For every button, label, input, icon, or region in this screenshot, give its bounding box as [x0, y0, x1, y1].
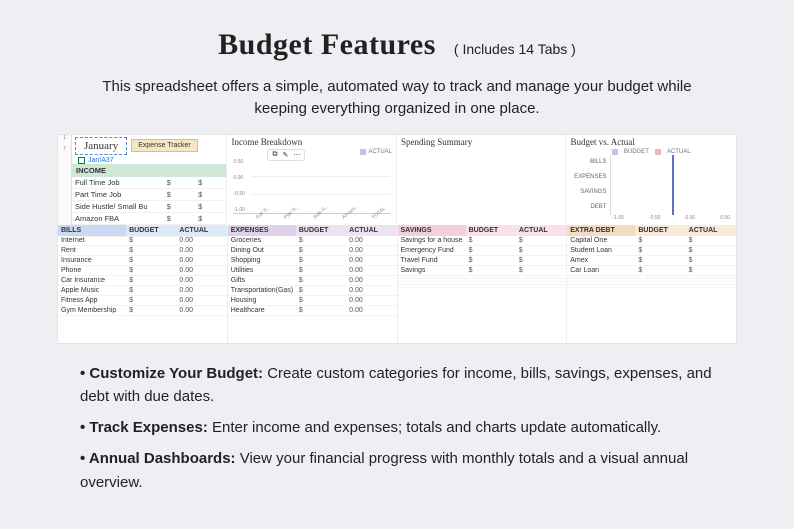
sheet-icon [78, 157, 85, 164]
table-row: Gym Membership$0.00 [58, 306, 227, 316]
table-row: Dining Out$0.00 [228, 246, 397, 256]
group-bills: BILLSBUDGETACTUALInternet$0.00Rent$0.00I… [58, 225, 228, 343]
feature-bullets: Customize Your Budget: Create custom cat… [80, 362, 714, 494]
table-row: Savings for a house$$ [398, 236, 567, 246]
table-row: Groceries$0.00 [228, 236, 397, 246]
page-title: Budget Features [218, 28, 436, 62]
table-row [398, 285, 567, 288]
feature-bullet: Annual Dashboards: View your financial p… [80, 447, 714, 494]
table-row: Internet$0.00 [58, 236, 227, 246]
table-row: Transportation(Gas)$0.00 [228, 286, 397, 296]
table-row: Utilities$0.00 [228, 266, 397, 276]
cell-reference: Jan!A37 [72, 157, 226, 164]
table-row: Travel Fund$$ [398, 256, 567, 266]
table-row: Insurance$0.00 [58, 256, 227, 266]
table-row: Phone$0.00 [58, 266, 227, 276]
tabs-note: ( Includes 14 Tabs ) [454, 41, 576, 57]
group-savings: SAVINGSBUDGETACTUALSavings for a house$$… [398, 225, 568, 343]
table-row [567, 285, 736, 288]
expense-tracker-button[interactable]: Expense Tracker [131, 139, 198, 152]
intro-text: This spreadsheet offers a simple, automa… [77, 76, 717, 120]
group-debt: EXTRA DEBTBUDGETACTUALCapital One$$Stude… [567, 225, 736, 343]
table-row: Car Loan$$ [567, 266, 736, 276]
header: Budget Features ( Includes 14 Tabs ) Thi… [50, 28, 744, 120]
table-row: Amex$$ [567, 256, 736, 266]
income-row-name: Amazon FBA [72, 212, 164, 224]
table-row: Student Loan$$ [567, 246, 736, 256]
table-row: Housing$0.00 [228, 296, 397, 306]
feature-bullet: Customize Your Budget: Create custom cat… [80, 362, 714, 409]
copy-icon[interactable]: ⧉ [272, 151, 277, 159]
more-icon[interactable]: ⋯ [293, 151, 300, 159]
table-row: Gifts$0.00 [228, 276, 397, 286]
budget-vs-actual-chart: Budget vs. Actual BUDGET ACTUAL BILLSEXP… [566, 135, 736, 225]
table-row: Capital One$$ [567, 236, 736, 246]
table-row: Emergency Fund$$ [398, 246, 567, 256]
table-row: Shopping$0.00 [228, 256, 397, 266]
table-row: Car Insurance$0.00 [58, 276, 227, 286]
spending-summary-chart: Spending Summary [397, 135, 567, 225]
income-section-header: INCOME [72, 164, 226, 177]
income-breakdown-chart: Income Breakdown ACTUAL ⧉ ✎ ⋯ 0.500.00-0… [227, 135, 397, 225]
income-row-name: Side Hustle/ Small Bu [72, 200, 164, 212]
spreadsheet-preview: 17 January Expense Tracker Jan!A37 INCOM… [57, 134, 737, 344]
row-gutter: 17 [58, 135, 72, 225]
month-cell[interactable]: January [75, 137, 127, 155]
group-expenses: EXPENSESBUDGETACTUALGroceries$0.00Dining… [228, 225, 398, 343]
table-row: Fitness App$0.00 [58, 296, 227, 306]
table-row: Apple Music$0.00 [58, 286, 227, 296]
income-row-name: Full Time Job [72, 177, 164, 189]
table-row: Savings$$ [398, 266, 567, 276]
feature-bullet: Track Expenses: Enter income and expense… [80, 416, 714, 439]
table-row: Rent$0.00 [58, 246, 227, 256]
edit-icon[interactable]: ✎ [282, 151, 288, 159]
table-row: Healthcare$0.00 [228, 306, 397, 316]
income-row-name: Part Time Job [72, 188, 164, 200]
